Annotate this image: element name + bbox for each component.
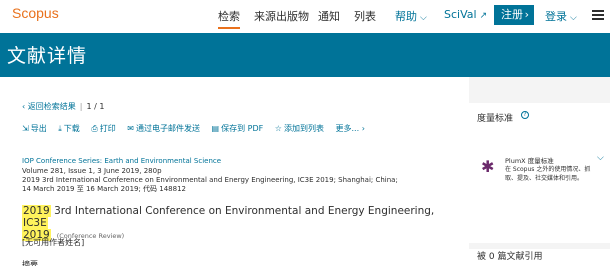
export-icon: ⇲ [22,124,29,133]
print-label: 打印 [99,124,116,133]
nav-login[interactable]: 登录 ⌵ [545,8,577,24]
nav-alerts[interactable]: 通知 [318,8,340,24]
external-link-icon: ↗ [479,11,488,21]
source-title-link[interactable]: IOP Conference Series: Earth and Environ… [22,157,221,165]
meta-line: 14 March 2019 至 16 March 2019; 代码 148812 [22,185,187,193]
result-position: 1 / 1 [86,102,105,111]
save-pdf-button[interactable]: ▤ 保存到 PDF [212,123,264,134]
meta-line: 2019 3rd International Conference on Env… [22,176,398,184]
abstract-heading: 摘要 [22,260,38,266]
document-title: 2019 3rd International Conference on Env… [22,205,462,242]
breadcrumb: ‹ 返回检索结果 | 1 / 1 [22,101,104,112]
scopus-logo[interactable]: Scopus [12,5,59,21]
register-label: 注册 [501,8,523,21]
plumx-description: 在 Scopus 之外的使用情况、抓取、提及、社交媒体和引用。 [505,166,591,182]
publication-meta: Volume 281, Issue 1, 3 June 2019, 280p 2… [22,167,462,194]
download-button[interactable]: ⤓ 下载 [58,123,80,134]
action-bar: ⇲ 导出 ⤓ 下载 ⎙ 打印 ✉ 通过电子邮件发送 ▤ 保存到 PDF ☆ 添加到列表 更多… [22,123,374,134]
chevron-right-icon: › [524,8,529,21]
email-button[interactable]: ✉ 通过电子邮件发送 [127,123,200,134]
meta-line: Volume 281, Issue 1, 3 June 2019, 280p [22,167,162,175]
add-to-list-label: 添加到列表 [283,124,324,133]
print-button[interactable]: ⎙ 打印 [91,123,115,134]
title-highlight: 2019 [22,205,51,217]
title-text: 3rd International Conference on Environm… [50,205,435,217]
divider: | [79,102,83,111]
chevron-right-icon: › [361,124,365,133]
menu-icon[interactable] [592,10,604,20]
nav-sources[interactable]: 来源出版物 [254,8,309,24]
title-highlight: IC3E [22,217,48,229]
chevron-down-icon[interactable]: ⌵ [597,153,604,163]
chevron-down-icon: ⌵ [570,13,577,23]
metrics-heading: 度量标准 [477,114,514,124]
document-details: ‹ 返回检索结果 | 1 / 1 ⇲ 导出 ⤓ 下载 ⎙ 打印 ✉ 通过电子邮件发送 ▤ 保存… [0,77,469,266]
page-title: 文献详情 [7,45,88,67]
save-pdf-label: 保存到 PDF [221,124,264,133]
citations-heading: 被 0 篇文献引用 [477,252,543,262]
citations-card: 被 0 篇文献引用 [469,249,610,266]
download-label: 下载 [63,124,80,133]
nav-scival[interactable]: SciVal ↗ [444,8,487,21]
metrics-card: 度量标准 ? ✱ PlumX 度量标准 在 Scopus 之外的使用情况、抓取、… [469,103,610,243]
nav-help[interactable]: 帮助 ⌵ [395,8,427,24]
nav-lists[interactable]: 列表 [354,8,376,24]
add-to-list-button[interactable]: ☆ 添加到列表 [275,123,324,134]
back-to-results-link[interactable]: ‹ 返回检索结果 [22,102,76,111]
star-icon: ☆ [274,124,282,133]
export-label: 导出 [30,124,47,133]
pdf-icon: ▤ [211,124,220,133]
plumx-title[interactable]: PlumX 度量标准 [505,155,554,165]
chevron-down-icon: ⌵ [420,13,427,23]
sidebar: 度量标准 ? ✱ PlumX 度量标准 在 Scopus 之外的使用情况、抓取、… [469,77,610,266]
email-label: 通过电子邮件发送 [136,124,200,133]
scival-label: SciVal [444,8,477,21]
help-icon[interactable]: ? [521,111,529,119]
page-banner: 文献详情 [0,33,610,77]
more-button[interactable]: 更多... › [336,123,365,134]
author-list: [无可用作者姓名] [22,238,85,247]
more-label: 更多... [335,124,360,133]
nav-search[interactable]: 检索 [218,8,240,29]
email-icon: ✉ [127,124,134,133]
download-icon: ⤓ [58,124,62,133]
print-icon: ⎙ [91,124,98,133]
plumx-icon: ✱ [481,157,495,176]
register-button[interactable]: 注册 › [494,5,534,25]
back-label: 返回检索结果 [27,102,76,111]
login-label: 登录 [545,10,567,23]
help-label: 帮助 [395,10,417,23]
top-navigation: Scopus 检索 来源出版物 通知 列表 帮助 ⌵ SciVal ↗ 注册 › 登录… [0,0,610,33]
export-button[interactable]: ⇲ 导出 [22,123,47,134]
